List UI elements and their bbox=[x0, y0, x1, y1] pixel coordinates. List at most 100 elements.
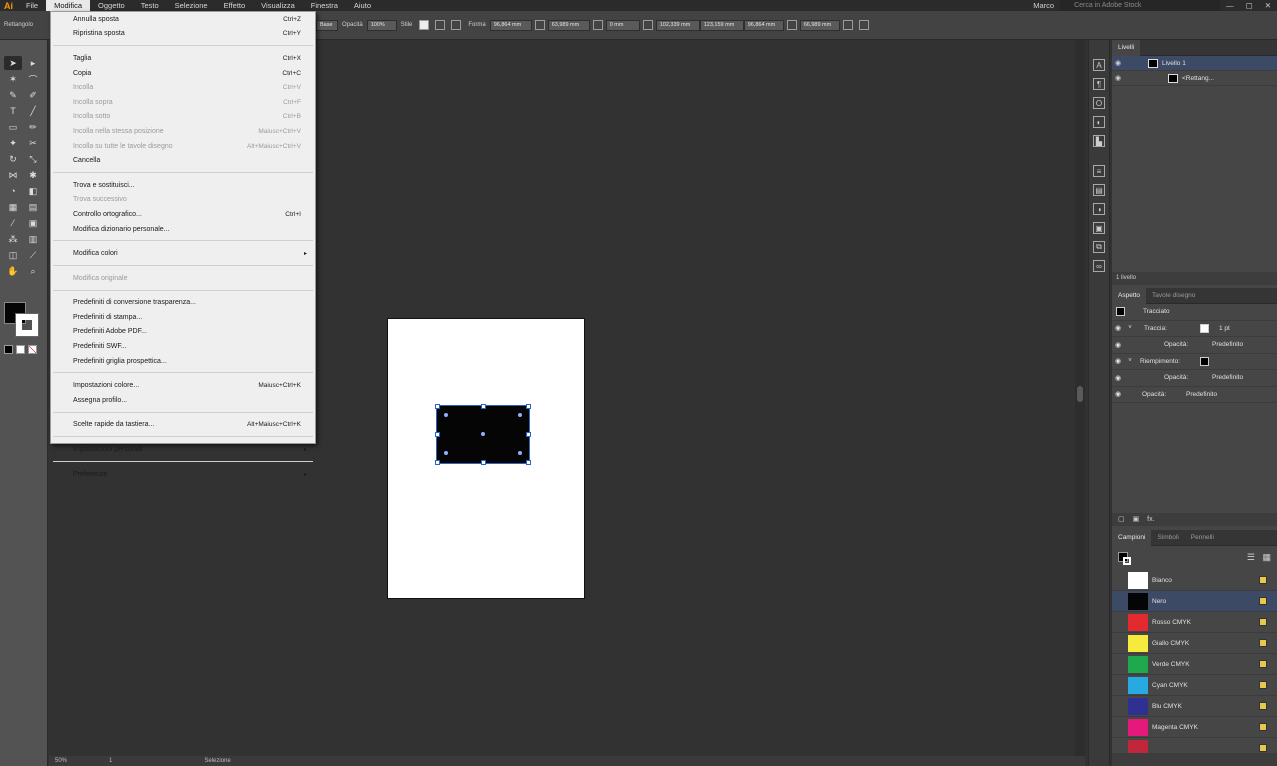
maximize-icon[interactable]: ▢ bbox=[1240, 1, 1259, 10]
layer-name[interactable]: Livello 1 bbox=[1162, 60, 1186, 67]
style-swatch-icon[interactable] bbox=[419, 20, 430, 30]
reference-point-icon[interactable] bbox=[642, 20, 653, 30]
graphic-styles-panel-icon[interactable]: ▣ bbox=[1093, 222, 1105, 234]
selection-handle[interactable] bbox=[435, 404, 440, 409]
current-tool[interactable]: Selezione bbox=[198, 758, 236, 764]
menu-item[interactable]: Predefiniti di conversione trasparenza..… bbox=[51, 296, 315, 311]
swatch-row[interactable]: Blu CMYK bbox=[1112, 696, 1277, 717]
visibility-eye-icon[interactable]: ◉ bbox=[1112, 74, 1124, 82]
column-graph-tool-icon[interactable]: ▥ bbox=[24, 232, 42, 246]
scale-tool-icon[interactable]: ⤡ bbox=[24, 152, 42, 166]
opacity-value[interactable]: Predefinito bbox=[1186, 391, 1217, 398]
menu-item[interactable]: Modifica colori ▸ bbox=[51, 246, 315, 261]
fx-button[interactable]: fx. bbox=[1147, 516, 1154, 523]
hand-tool-icon[interactable]: ✋ bbox=[4, 264, 22, 278]
swatch-row[interactable]: Giallo CMYK bbox=[1112, 633, 1277, 654]
menu-item[interactable]: Predefiniti griglia prospettica... bbox=[51, 354, 315, 369]
selection-handle[interactable] bbox=[481, 404, 486, 409]
stroke-swatch-mini[interactable] bbox=[1123, 557, 1131, 565]
menu-effetto[interactable]: Effetto bbox=[216, 0, 254, 11]
menu-item[interactable]: Assegna profilo... bbox=[51, 393, 315, 408]
type-tool-icon[interactable]: T bbox=[4, 104, 22, 118]
tab-layers[interactable]: Livelli bbox=[1112, 39, 1141, 56]
visibility-eye-icon[interactable]: ◉ bbox=[1112, 324, 1124, 332]
line-tool-icon[interactable]: ╱ bbox=[24, 104, 42, 118]
transparency-panel-icon[interactable]: ◑ bbox=[1093, 203, 1105, 215]
menu-item[interactable]: Preferenze ▸ bbox=[51, 467, 315, 482]
corner-widget[interactable] bbox=[444, 451, 448, 455]
layer-row[interactable]: ◉ <Rettang... bbox=[1112, 71, 1277, 86]
constrain-icon[interactable] bbox=[786, 20, 797, 30]
symbol-sprayer-tool-icon[interactable]: ⁂ bbox=[4, 232, 22, 246]
tab-brushes[interactable]: Pennelli bbox=[1185, 534, 1220, 541]
swatch-color-chip[interactable] bbox=[1128, 634, 1148, 652]
menu-aiuto[interactable]: Aiuto bbox=[346, 0, 379, 11]
swatch-row[interactable]: Rosso CMYK bbox=[1112, 612, 1277, 633]
shape-height-field[interactable]: 63,989 mm bbox=[547, 19, 590, 31]
opacity-value[interactable]: Predefinito bbox=[1212, 374, 1243, 381]
stroke-panel-icon[interactable]: ≡ bbox=[1093, 165, 1105, 177]
corner-widget[interactable] bbox=[518, 451, 522, 455]
menu-item[interactable]: Predefiniti di stampa... bbox=[51, 310, 315, 325]
selection-handle[interactable] bbox=[526, 460, 531, 465]
grid-view-icon[interactable]: ▦ bbox=[1262, 552, 1271, 563]
paintbrush-tool-icon[interactable]: ✏ bbox=[24, 120, 42, 134]
swatch-row[interactable]: Bianco bbox=[1112, 570, 1277, 591]
appearance-fill-row[interactable]: ◉ ˅ Riempimento: bbox=[1112, 354, 1277, 370]
w-field[interactable]: 96,864 mm bbox=[743, 19, 784, 31]
curvature-tool-icon[interactable]: ✐ bbox=[24, 88, 42, 102]
visibility-eye-icon[interactable]: ◉ bbox=[1112, 390, 1124, 398]
menu-item[interactable]: Predefiniti Adobe PDF... bbox=[51, 325, 315, 340]
align-icon[interactable] bbox=[451, 20, 462, 30]
menu-item[interactable]: Scelte rapide da tastiera... Alt+Maiusc+C… bbox=[51, 418, 315, 433]
stock-search-input[interactable]: Cerca in Adobe Stock bbox=[1060, 0, 1221, 11]
tab-artboards[interactable]: Tavole disegno bbox=[1146, 292, 1201, 299]
menu-item[interactable]: Cancella bbox=[51, 153, 315, 168]
corner-widget[interactable] bbox=[444, 413, 448, 417]
lasso-tool-icon[interactable]: ⌒ bbox=[24, 72, 42, 86]
selection-handle[interactable] bbox=[481, 460, 486, 465]
menu-item[interactable]: Taglia Ctrl+X bbox=[51, 51, 315, 66]
zoom-level[interactable]: 50% bbox=[49, 758, 73, 764]
color-mode-icon[interactable] bbox=[4, 345, 13, 354]
puppet-warp-tool-icon[interactable]: ✱ bbox=[24, 168, 42, 182]
menu-selezione[interactable]: Selezione bbox=[167, 0, 216, 11]
visibility-eye-icon[interactable]: ◉ bbox=[1112, 357, 1124, 365]
menu-item[interactable]: Modifica dizionario personale... bbox=[51, 222, 315, 237]
menu-item[interactable]: Controllo ortografico... Ctrl+I bbox=[51, 207, 315, 222]
selection-tool-icon[interactable]: ➤ bbox=[4, 56, 22, 70]
list-view-icon[interactable]: ☰ bbox=[1247, 552, 1255, 563]
minimize-icon[interactable]: — bbox=[1220, 1, 1240, 10]
live-paint-tool-icon[interactable]: ◧ bbox=[24, 184, 42, 198]
libraries-panel-icon[interactable]: ▙ bbox=[1093, 135, 1105, 147]
appearance-stroke-opacity-row[interactable]: ◉ Opacità: Predefinito bbox=[1112, 337, 1277, 354]
swatch-row[interactable]: Cyan CMYK bbox=[1112, 675, 1277, 696]
appearance-fill-opacity-row[interactable]: ◉ Opacità: Predefinito bbox=[1112, 370, 1277, 387]
visibility-eye-icon[interactable]: ◉ bbox=[1112, 341, 1124, 349]
appearance-opacity-row[interactable]: ◉ Opacità: Predefinito bbox=[1112, 387, 1277, 403]
gradient-mode-icon[interactable] bbox=[16, 345, 25, 354]
swatch-color-chip[interactable] bbox=[1128, 571, 1148, 589]
menu-item[interactable]: Predefiniti SWF... bbox=[51, 339, 315, 354]
menu-modifica[interactable]: Modifica bbox=[46, 0, 91, 11]
stroke-weight[interactable]: 1 pt bbox=[1219, 325, 1230, 332]
selection-handle[interactable] bbox=[435, 432, 440, 437]
stroke-swatch[interactable] bbox=[15, 313, 39, 337]
layer-name[interactable]: <Rettang... bbox=[1182, 75, 1214, 82]
selection-handle[interactable] bbox=[435, 460, 440, 465]
selection-handle[interactable] bbox=[526, 432, 531, 437]
menu-item[interactable]: Annulla sposta Ctrl+Z bbox=[51, 12, 315, 27]
swatch-color-chip[interactable] bbox=[1128, 676, 1148, 694]
paragraph-panel-icon[interactable]: ¶ bbox=[1093, 78, 1105, 90]
menu-item[interactable]: Impostazioni personali ▸ bbox=[51, 442, 315, 457]
close-icon[interactable]: ✕ bbox=[1259, 1, 1277, 10]
slice-tool-icon[interactable]: ⟋ bbox=[24, 248, 42, 262]
zoom-tool-icon[interactable]: ⌕ bbox=[24, 264, 42, 278]
menu-file[interactable]: File bbox=[18, 0, 46, 11]
visibility-eye-icon[interactable]: ◉ bbox=[1112, 374, 1124, 382]
gradient-panel-icon[interactable]: ▤ bbox=[1093, 184, 1105, 196]
menu-item[interactable]: Impostazioni colore... Maiusc+Ctrl+K bbox=[51, 378, 315, 393]
shape-builder-tool-icon[interactable]: ◔ bbox=[4, 184, 22, 198]
menu-visualizza[interactable]: Visualizza bbox=[253, 0, 303, 11]
add-fill-icon[interactable]: ▣ bbox=[1133, 516, 1140, 523]
